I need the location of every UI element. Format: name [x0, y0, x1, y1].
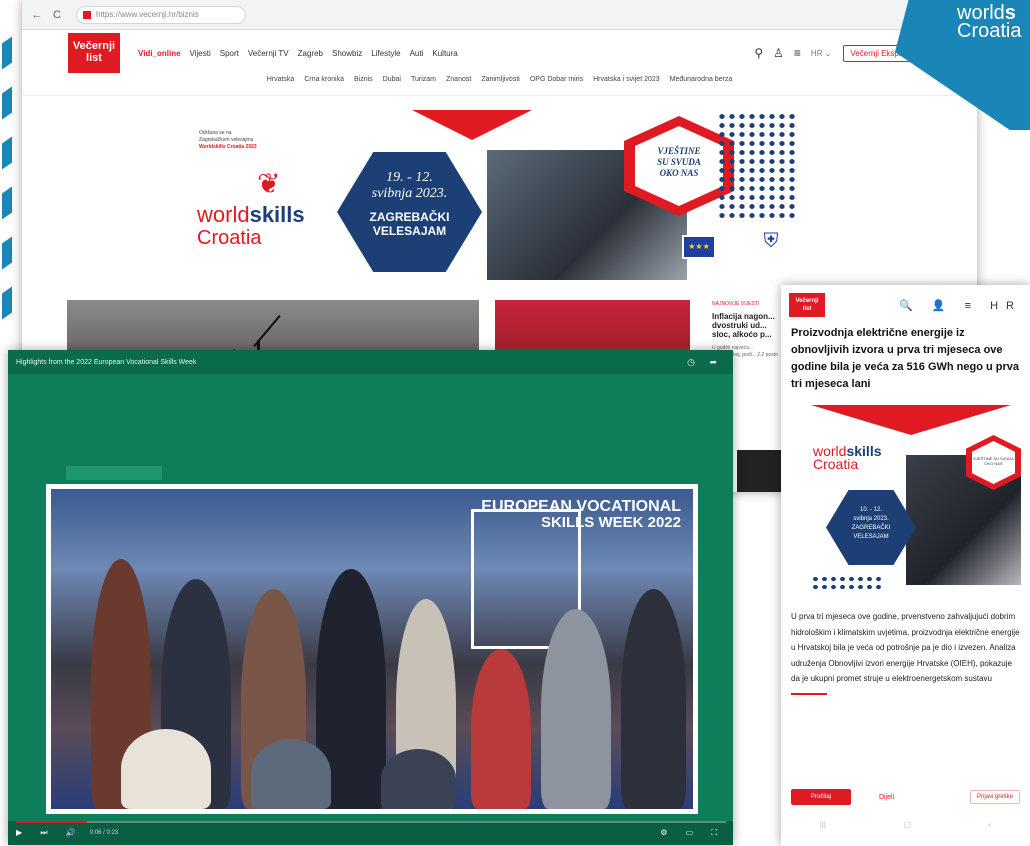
- subnav-item[interactable]: Biznis: [354, 76, 373, 95]
- subnav-item[interactable]: Hrvatska i svijet 2023: [593, 76, 660, 95]
- main-nav: Vidi_online Vijesti Sport Večernji TV Za…: [138, 49, 467, 58]
- nav-item-4[interactable]: Zagreb: [298, 49, 323, 58]
- language-select[interactable]: HR ⌄: [811, 49, 831, 58]
- mobile-article-body: U prva tri mjeseca ove godine, prvenstve…: [791, 612, 1020, 683]
- browser-toolbar: ← C https://www.vecernji.hr/biznis ▢: [22, 0, 977, 30]
- mobile-article-window: Večernji list 🔍 👤 ≡ HR Proizvodnja elekt…: [781, 285, 1030, 846]
- red-divider: [791, 692, 827, 695]
- nav-item-0[interactable]: Vidi_online: [138, 49, 181, 58]
- subnav-item[interactable]: Međunarodna berza: [670, 76, 733, 95]
- video-top-icons[interactable]: ◷ ➦: [687, 357, 723, 368]
- share-button[interactable]: Dijeli: [879, 794, 894, 801]
- worldskills-swirl-icon: ❦: [257, 168, 281, 199]
- video-player-window: Highlights from the 2022 European Vocati…: [8, 350, 733, 845]
- address-text: https://www.vecernji.hr/biznis: [96, 10, 199, 19]
- sub-nav: Hrvatska Crna kronika Biznis Dubai Turiz…: [22, 76, 977, 96]
- back-icon[interactable]: ←: [30, 9, 44, 21]
- video-time: 0:06 / 0:23: [89, 830, 119, 836]
- subnav-item[interactable]: Crna kronika: [304, 76, 344, 95]
- mobile-logo[interactable]: Večernji list: [789, 293, 825, 317]
- nav-item-8[interactable]: Kultura: [432, 49, 457, 58]
- mobile-actions: Pročitaj Dijeli Prijavi greške: [781, 785, 1030, 809]
- video-title-bar: Highlights from the 2022 European Vocati…: [8, 350, 733, 374]
- report-error-button[interactable]: Prijavi greške: [969, 790, 1020, 804]
- subnav-item[interactable]: Zanimljivosti: [481, 76, 520, 95]
- mobile-system-nav: ||| ▢ ‹: [781, 820, 1030, 840]
- read-button[interactable]: Pročitaj: [791, 789, 851, 805]
- video-title: Highlights from the 2022 European Vocati…: [16, 358, 197, 366]
- nav-item-7[interactable]: Auti: [410, 49, 424, 58]
- mobile-worldskills-logo: worldskills Croatia: [813, 443, 882, 472]
- header-tools: ⚲ ♙ ≡ HR ⌄ Večernji Ekspres: [744, 44, 917, 62]
- mobile-hex-pattern: [811, 575, 881, 593]
- home-icon[interactable]: ▢: [903, 820, 911, 840]
- user-icon[interactable]: ♙: [773, 46, 784, 60]
- crest-icon: ⛨: [763, 230, 779, 252]
- search-icon[interactable]: ⚲: [754, 46, 763, 60]
- video-right-controls[interactable]: ⚙ ▭ ⛶: [660, 828, 725, 838]
- mobile-header: Večernji list 🔍 👤 ≡ HR: [781, 285, 1030, 325]
- subnav-item[interactable]: Hrvatska: [267, 76, 295, 95]
- favicon-icon: [83, 10, 91, 19]
- subnav-item[interactable]: Znanost: [446, 76, 471, 95]
- address-bar[interactable]: https://www.vecernji.hr/biznis: [76, 5, 246, 24]
- play-controls[interactable]: ▶ ⏭ 🔊: [16, 828, 84, 838]
- worldskills-ad-banner[interactable]: Održava se na Zagrebačkom velesajmu Worl…: [187, 110, 807, 280]
- menu-icon[interactable]: ≡: [794, 46, 801, 60]
- mobile-date-hexagon: 10. - 12. svibnja 2023. ZAGREBAČKI VELES…: [826, 490, 916, 565]
- nav-item-2[interactable]: Sport: [220, 49, 239, 58]
- video-scene: EUROPEAN VOCATIONAL SKILLS WEEK 2022: [51, 489, 693, 809]
- nav-item-5[interactable]: Showbiz: [332, 49, 362, 58]
- reload-icon[interactable]: C: [50, 9, 64, 21]
- eu-flag-icon: ★★★: [682, 235, 716, 259]
- event-date-hexagon: 19. - 12. svibnja 2023. ZAGREBAČKI VELESAJ…: [337, 152, 482, 272]
- banner-small-text: Održava se na Zagrebačkom velesajmu Worl…: [199, 130, 257, 150]
- nav-item-6[interactable]: Lifestyle: [371, 49, 400, 58]
- nav-item-3[interactable]: Večernji TV: [248, 49, 289, 58]
- back-nav-icon[interactable]: ‹: [989, 820, 992, 840]
- subnav-item[interactable]: Turizam: [411, 76, 436, 95]
- video-progress-bar[interactable]: [16, 821, 726, 823]
- mobile-ad-banner[interactable]: worldskills Croatia 10. - 12. svibnja 202…: [801, 405, 1021, 595]
- site-logo[interactable]: Večernji list: [68, 33, 120, 73]
- video-frame[interactable]: EUROPEAN VOCATIONAL SKILLS WEEK 2022: [46, 484, 698, 814]
- nav-item-1[interactable]: Vijesti: [190, 49, 211, 58]
- mobile-tools[interactable]: 🔍 👤 ≡ HR: [899, 299, 1022, 312]
- site-header: Večernji list Vidi_online Vijesti Sport …: [22, 30, 977, 76]
- subnav-item[interactable]: Dubai: [383, 76, 401, 95]
- video-controls: ▶ ⏭ 🔊 0:06 / 0:23 ⚙ ▭ ⛶: [8, 821, 733, 845]
- subnav-item[interactable]: OPG Dobar miris: [530, 76, 583, 95]
- video-tab: [66, 466, 162, 480]
- hex-pattern: [717, 112, 797, 222]
- recent-apps-icon[interactable]: |||: [820, 820, 826, 840]
- red-triangle-shape: [412, 110, 532, 140]
- mobile-article-title: Proizvodnja električne energije iz obnov…: [791, 327, 1020, 390]
- article-headline: Inflacija nagon... dvostruki ud... sloc,…: [712, 312, 775, 339]
